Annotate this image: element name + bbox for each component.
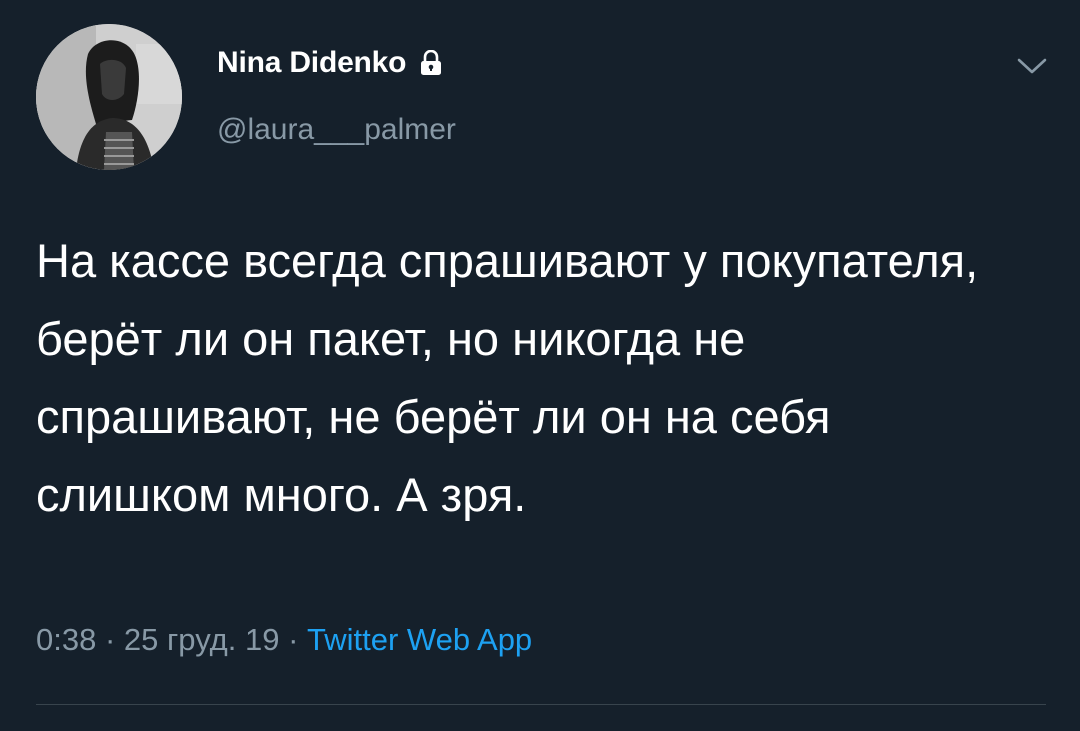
lock-icon	[420, 49, 442, 76]
tweet-time[interactable]: 0:38	[36, 622, 96, 657]
tweet-date[interactable]: 25 груд. 19	[124, 622, 280, 657]
tweet-text: На кассе всегда спрашивают у покупателя,…	[36, 234, 979, 521]
meta-separator: ·	[279, 622, 308, 657]
chevron-down-icon[interactable]	[1016, 56, 1048, 76]
tweet-meta: 0:38 · 25 груд. 19 · Twitter Web App	[36, 622, 532, 658]
author-display-name[interactable]: Nina Didenko	[217, 46, 406, 80]
meta-separator: ·	[96, 622, 124, 657]
tweet-source-link[interactable]: Twitter Web App	[307, 622, 532, 657]
author-handle[interactable]: @laura___palmer	[217, 113, 456, 147]
avatar-photo	[36, 24, 182, 170]
divider	[36, 704, 1046, 705]
tweet-card: Nina Didenko @laura___palmer На кассе вс…	[0, 0, 1080, 731]
author-name-row: Nina Didenko	[217, 46, 442, 80]
avatar[interactable]	[36, 24, 182, 170]
